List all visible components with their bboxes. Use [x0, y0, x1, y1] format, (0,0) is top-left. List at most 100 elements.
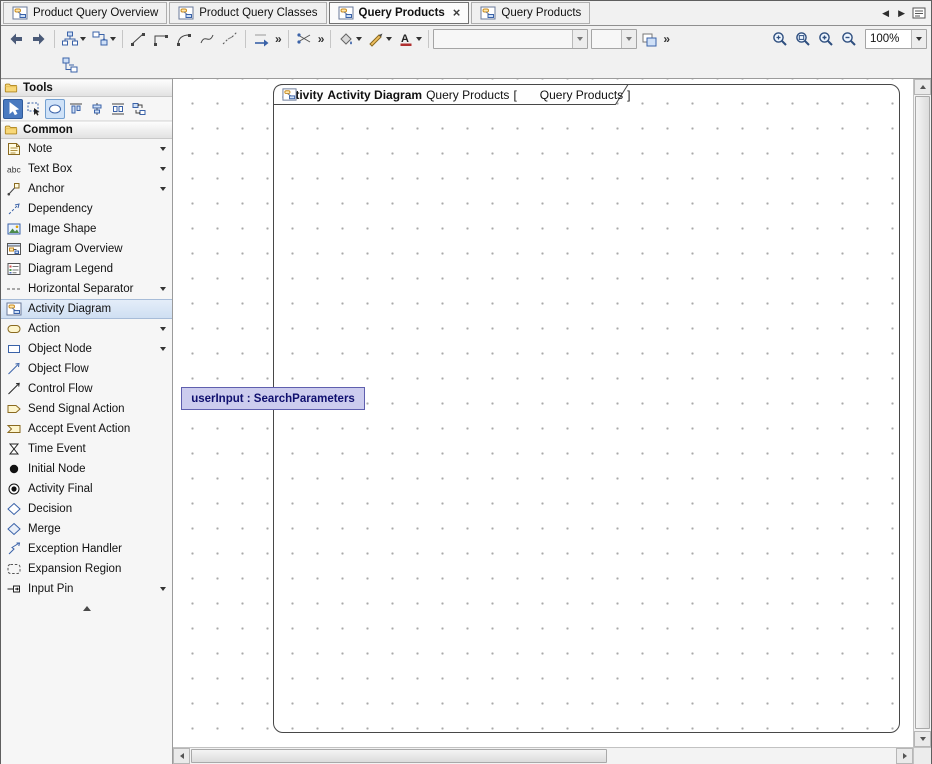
distribute-tool-icon[interactable] [108, 99, 128, 119]
palette-item-exception-handler[interactable]: Exception Handler [1, 539, 172, 559]
palette-item-time-event[interactable]: Time Event [1, 439, 172, 459]
palette-item-merge[interactable]: Merge [1, 519, 172, 539]
overflow-chevron-icon[interactable]: » [661, 32, 672, 46]
oblique-path-button[interactable] [127, 28, 149, 50]
horizontal-scrollbar[interactable] [173, 747, 913, 764]
palette-item-activity-final[interactable]: Activity Final [1, 479, 172, 499]
palette-item-image-shape[interactable]: Image Shape [1, 219, 172, 239]
triangle-up-icon [83, 606, 91, 611]
oval-tool-icon[interactable] [45, 99, 65, 119]
style-combobox[interactable] [433, 29, 588, 49]
palette-item-object-flow[interactable]: Object Flow [1, 359, 172, 379]
chevron-down-icon[interactable] [386, 37, 392, 41]
scroll-left-button[interactable] [173, 748, 190, 764]
chevron-down-icon[interactable] [160, 327, 166, 331]
zoom-fit-icon[interactable] [769, 28, 791, 50]
align-top-tool-icon[interactable] [66, 99, 86, 119]
vertical-scrollbar[interactable] [914, 79, 931, 747]
font-color-button[interactable]: A [395, 28, 424, 50]
rectilinear-path-button[interactable] [150, 28, 172, 50]
vertical-scroll-thumb[interactable] [915, 96, 930, 729]
chevron-down-icon[interactable] [160, 167, 166, 171]
palette-section-common[interactable]: Common [1, 121, 172, 139]
overflow-chevron-icon[interactable]: » [316, 32, 327, 46]
palette-item-accept-event-action[interactable]: Accept Event Action [1, 419, 172, 439]
chevron-down-icon[interactable] [110, 37, 116, 41]
layout-tree-button[interactable] [59, 28, 88, 50]
zoom-out-icon[interactable] [838, 28, 860, 50]
curve-path-button[interactable] [196, 28, 218, 50]
palette-item-object-node[interactable]: Object Node [1, 339, 172, 359]
palette-item-activity-diagram[interactable]: Activity Diagram [1, 299, 172, 319]
palette-item-decision[interactable]: Decision [1, 499, 172, 519]
align-center-tool-icon[interactable] [87, 99, 107, 119]
palette-scroll-up[interactable] [1, 601, 172, 615]
rubber-band-tool-icon[interactable] [24, 99, 44, 119]
zoom-selection-icon[interactable] [792, 28, 814, 50]
vertical-scroll-track[interactable] [914, 95, 931, 731]
chevron-down-icon[interactable] [416, 37, 422, 41]
palette-item-expansion-region[interactable]: Expansion Region [1, 559, 172, 579]
chevron-down-icon[interactable] [160, 347, 166, 351]
refactor-tools-button[interactable] [293, 28, 315, 50]
activity-diagram-frame[interactable]: activity Activity Diagram Query Products… [273, 84, 900, 733]
tab-scroll-right-icon[interactable]: ▶ [895, 6, 908, 21]
fill-color-button[interactable] [335, 28, 364, 50]
palette-item-horizontal-separator[interactable]: Horizontal Separator [1, 279, 172, 299]
tab-product-query-overview[interactable]: Product Query Overview [3, 2, 167, 24]
line-color-button[interactable] [365, 28, 394, 50]
bezier-path-button[interactable] [173, 28, 195, 50]
chevron-down-icon[interactable] [160, 587, 166, 591]
scroll-up-button[interactable] [914, 79, 931, 95]
tab-query-products-active[interactable]: Query Products × [329, 2, 470, 24]
palette-item-send-signal-action[interactable]: Send Signal Action [1, 399, 172, 419]
palette-section-title: Tools [23, 82, 53, 94]
horizontal-scroll-thumb[interactable] [191, 749, 607, 763]
tab-query-products[interactable]: Query Products [471, 2, 590, 24]
object-node-icon [6, 341, 22, 357]
chevron-down-icon[interactable] [160, 147, 166, 151]
palette-item-dependency[interactable]: Dependency [1, 199, 172, 219]
object-node-user-input[interactable]: userInput : SearchParameters [181, 387, 365, 410]
chevron-down-icon[interactable] [80, 37, 86, 41]
chevron-down-icon[interactable] [160, 287, 166, 291]
split-path-button[interactable] [219, 28, 241, 50]
palette-item-control-flow[interactable]: Control Flow [1, 379, 172, 399]
toolbar-separator [330, 30, 331, 48]
back-button[interactable] [5, 28, 27, 50]
close-icon[interactable]: × [453, 8, 461, 18]
chevron-down-icon[interactable] [160, 187, 166, 191]
quick-layout-button[interactable] [89, 28, 118, 50]
combobox-dropdown-button[interactable] [572, 30, 587, 48]
scroll-down-button[interactable] [914, 731, 931, 747]
pointer-tool-icon[interactable] [3, 99, 23, 119]
palette-section-tools[interactable]: Tools [1, 79, 172, 97]
tab-scroll-left-icon[interactable]: ◀ [879, 6, 892, 21]
palette-item-note[interactable]: Note [1, 139, 172, 159]
palette-item-anchor[interactable]: Anchor [1, 179, 172, 199]
swap-tool-icon[interactable] [129, 99, 149, 119]
chevron-down-icon[interactable] [356, 37, 362, 41]
combobox-dropdown-button[interactable] [911, 30, 926, 48]
palette-item-diagram-overview[interactable]: Diagram Overview [1, 239, 172, 259]
zoom-level-combobox[interactable]: 100% [865, 29, 927, 49]
horizontal-scroll-track[interactable] [190, 748, 896, 764]
combobox-dropdown-button[interactable] [621, 30, 636, 48]
palette-item-text-box[interactable]: abc Text Box [1, 159, 172, 179]
tab-list-icon[interactable] [911, 5, 927, 21]
palette-item-action[interactable]: Action [1, 319, 172, 339]
diagram-canvas[interactable]: activity Activity Diagram Query Products… [173, 79, 913, 747]
tab-product-query-classes[interactable]: Product Query Classes [169, 2, 326, 24]
palette-item-diagram-legend[interactable]: Diagram Legend [1, 259, 172, 279]
accept-event-action-icon [6, 421, 22, 437]
palette-item-input-pin[interactable]: Input Pin [1, 579, 172, 599]
apply-style-button[interactable] [638, 28, 660, 50]
zoom-in-icon[interactable] [815, 28, 837, 50]
dependency-tools-button[interactable] [250, 28, 272, 50]
palette-item-initial-node[interactable]: Initial Node [1, 459, 172, 479]
forward-button[interactable] [28, 28, 50, 50]
size-combobox[interactable] [591, 29, 637, 49]
diagram-properties-button[interactable] [59, 54, 81, 76]
overflow-chevron-icon[interactable]: » [273, 32, 284, 46]
scroll-right-button[interactable] [896, 748, 913, 764]
